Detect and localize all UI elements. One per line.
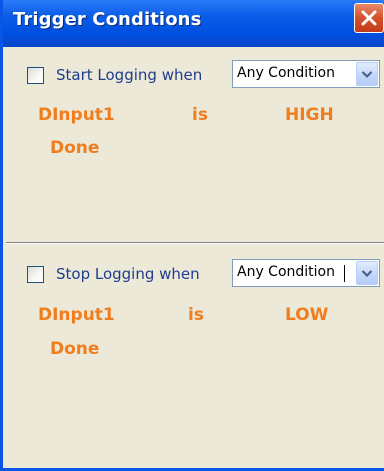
text-cursor bbox=[344, 265, 345, 282]
stop-condition-action: Done bbox=[50, 339, 100, 359]
start-condition-select-value: Any Condition bbox=[237, 65, 335, 81]
close-button[interactable] bbox=[354, 3, 384, 33]
start-condition-input: DInput1 bbox=[38, 105, 115, 125]
stop-condition-input: DInput1 bbox=[38, 305, 115, 325]
stop-condition-select[interactable]: Any Condition bbox=[232, 259, 380, 287]
title-bar[interactable]: Trigger Conditions bbox=[3, 0, 384, 47]
start-condition-operator: is bbox=[192, 105, 208, 125]
start-logging-section: Start Logging when Any Condition DInput1… bbox=[6, 47, 384, 242]
stop-logging-section: Stop Logging when Any Condition DInput1 … bbox=[6, 244, 384, 468]
start-condition-dropdown-button[interactable] bbox=[356, 62, 378, 86]
start-condition-action: Done bbox=[50, 138, 100, 158]
start-logging-label: Start Logging when bbox=[56, 66, 203, 84]
close-x-icon bbox=[361, 10, 377, 26]
chevron-down-icon bbox=[361, 269, 373, 277]
stop-condition-state: LOW bbox=[285, 305, 329, 325]
chevron-down-icon bbox=[361, 70, 373, 78]
stop-condition-operator: is bbox=[188, 305, 204, 325]
stop-condition-select-value: Any Condition bbox=[237, 264, 335, 280]
start-condition-state: HIGH bbox=[285, 105, 334, 125]
window-title: Trigger Conditions bbox=[13, 9, 202, 30]
stop-logging-label: Stop Logging when bbox=[56, 265, 200, 283]
start-logging-checkbox[interactable] bbox=[27, 67, 44, 84]
stop-condition-dropdown-button[interactable] bbox=[356, 261, 378, 285]
start-condition-select[interactable]: Any Condition bbox=[232, 60, 380, 88]
trigger-conditions-window: Trigger Conditions Start Logging when An… bbox=[0, 0, 384, 471]
stop-logging-checkbox[interactable] bbox=[27, 266, 44, 283]
